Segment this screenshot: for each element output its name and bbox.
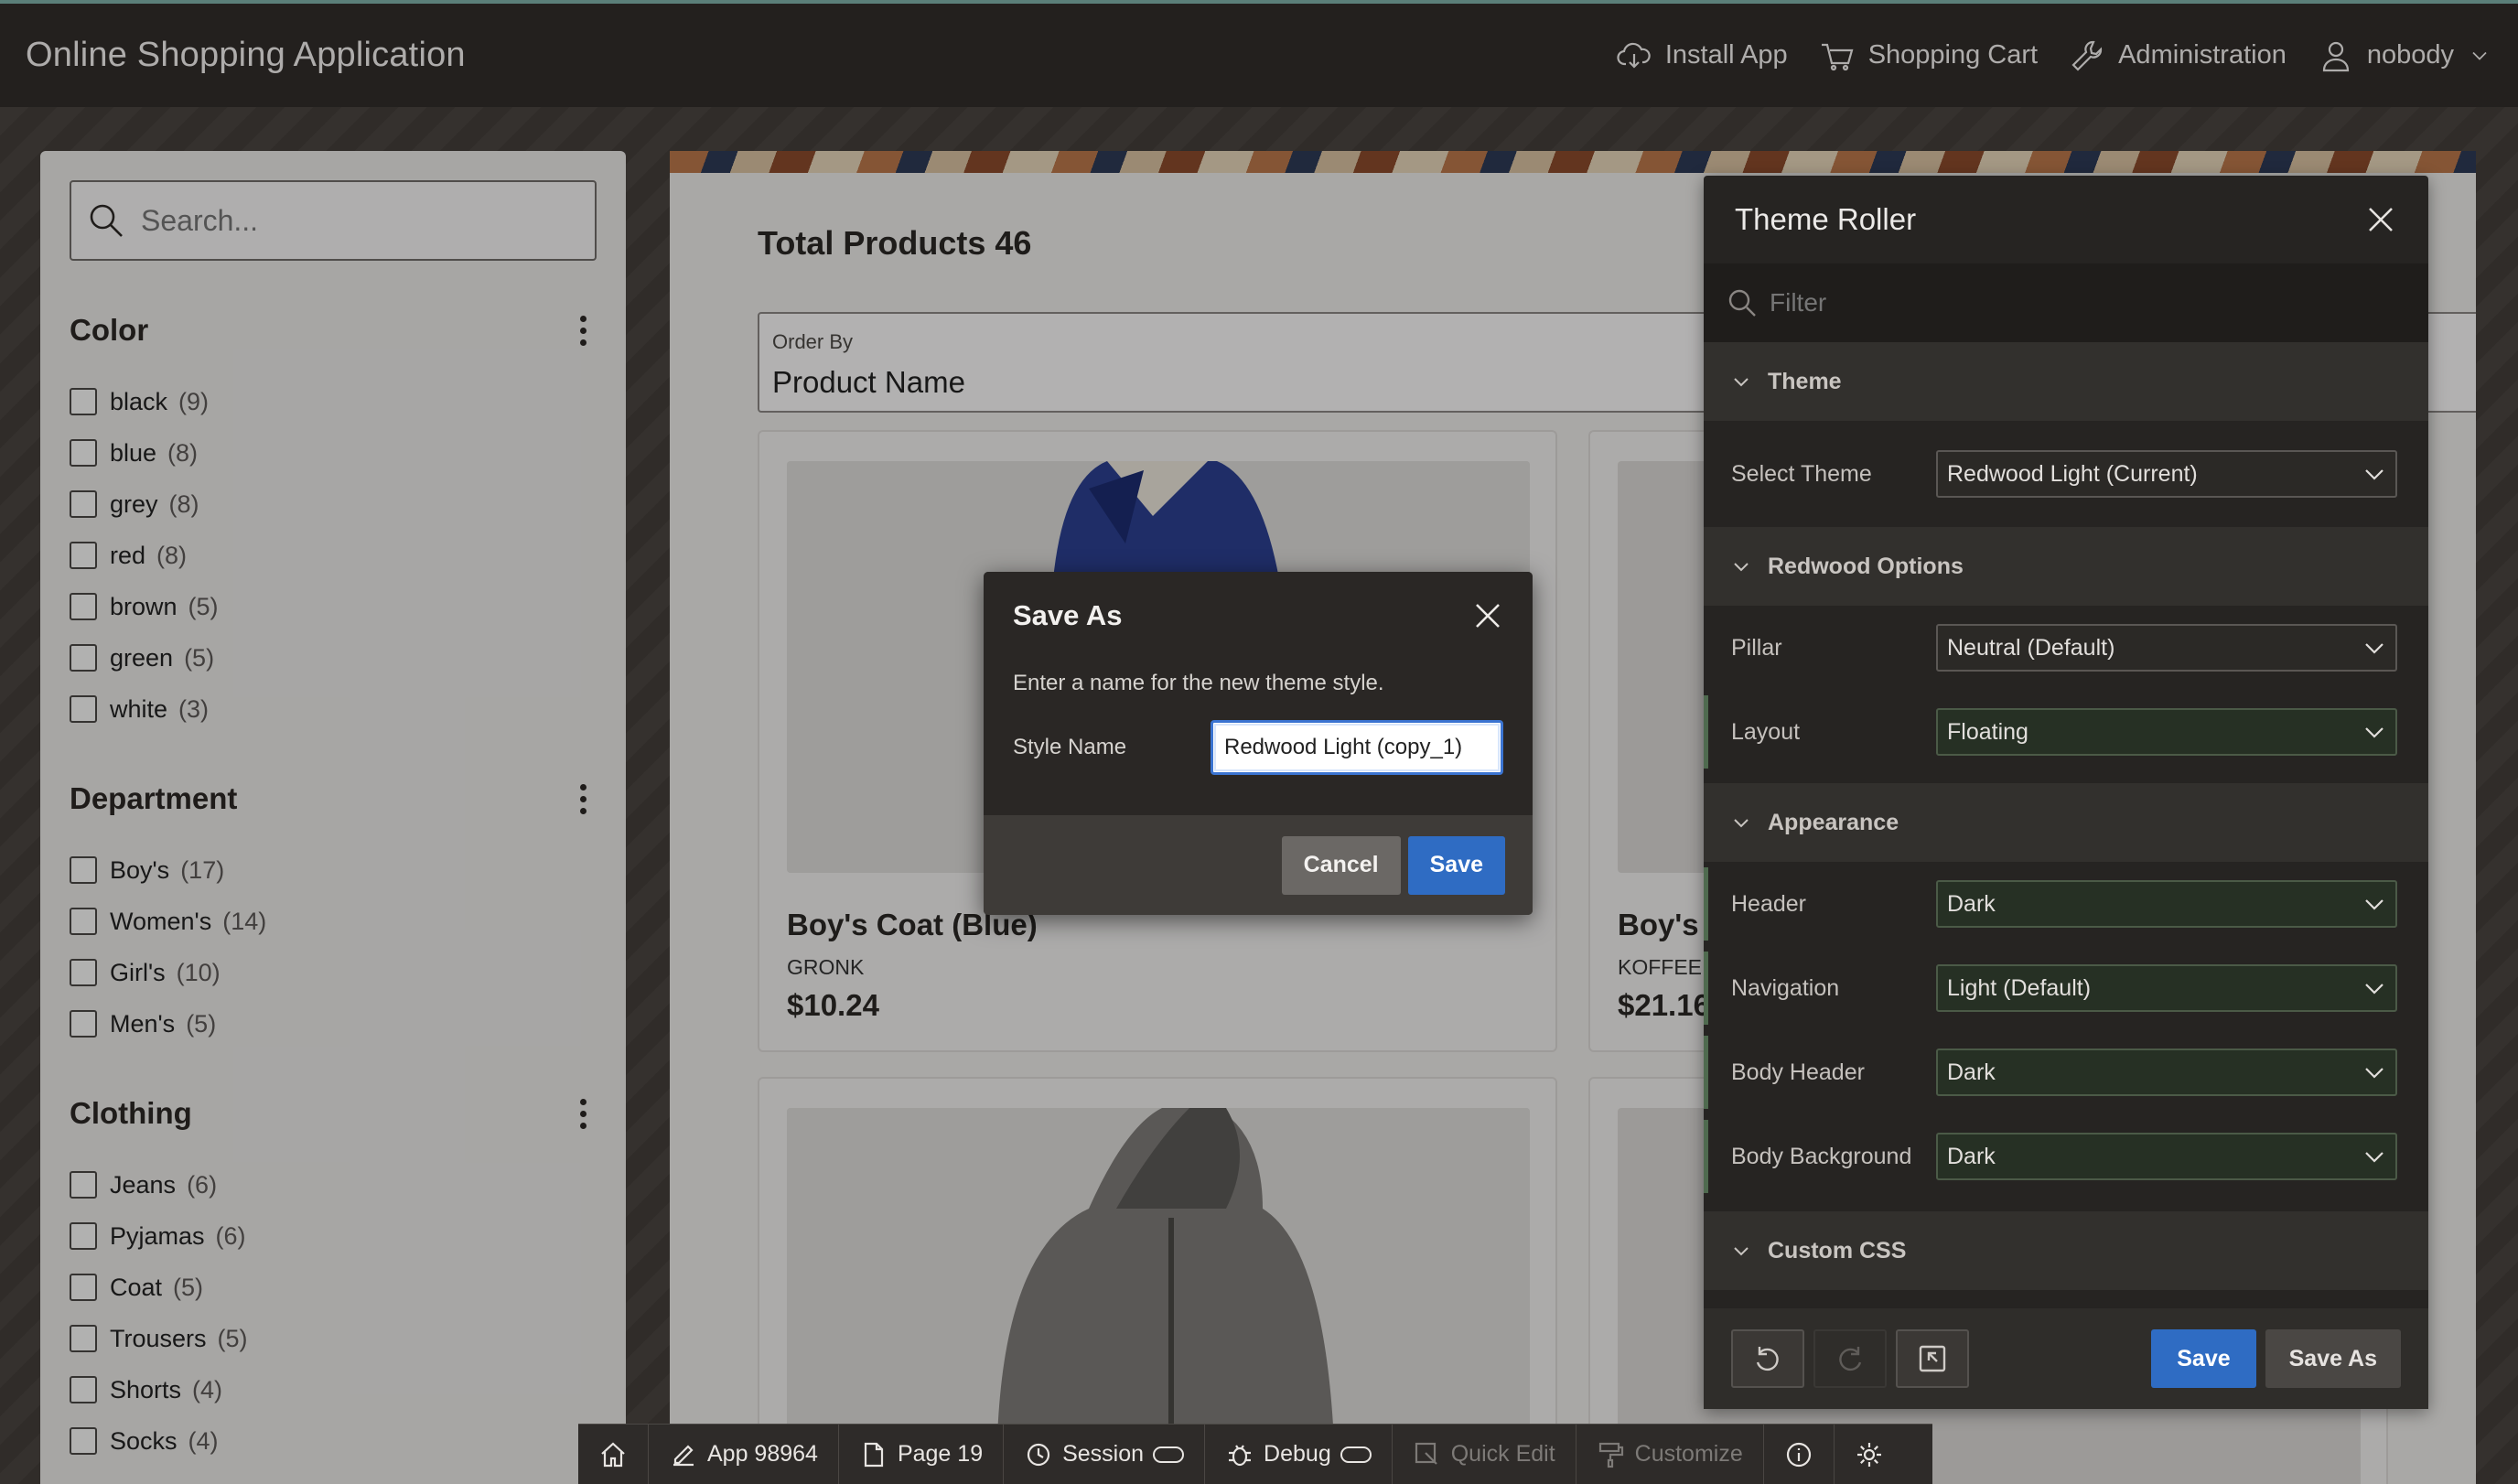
quick-edit-button[interactable]: Quick Edit xyxy=(1393,1424,1576,1484)
chevron-down-icon xyxy=(2365,727,2383,738)
page-label: Page 19 xyxy=(897,1441,984,1467)
chevron-down-icon xyxy=(2365,899,2383,910)
theme-roller-panel: Theme Roller Theme Select Theme Redwood … xyxy=(1704,176,2428,1409)
app-label: App 98964 xyxy=(707,1441,818,1467)
theme-save-button[interactable]: Save xyxy=(2151,1329,2256,1388)
dialog-title: Save As xyxy=(1013,599,1123,631)
settings-button[interactable] xyxy=(1835,1425,1904,1484)
theme-roller-title: Theme Roller xyxy=(1735,202,1917,236)
home-button[interactable] xyxy=(578,1424,649,1484)
undo-icon xyxy=(1756,1347,1779,1371)
edit-icon xyxy=(673,1444,694,1466)
pillar-dropdown[interactable]: Neutral (Default) xyxy=(1936,624,2397,672)
chevron-down-icon xyxy=(2365,1068,2383,1079)
debug-label: Debug xyxy=(1264,1441,1331,1467)
customize-label: Customize xyxy=(1634,1441,1743,1467)
chevron-down-icon xyxy=(1734,1247,1749,1256)
info-icon xyxy=(1786,1442,1811,1467)
section-theme[interactable]: Theme xyxy=(1704,342,2428,421)
body-header-label: Body Header xyxy=(1731,1059,1865,1085)
body-background-label: Body Background xyxy=(1731,1143,1912,1169)
header-dropdown[interactable]: Dark xyxy=(1936,880,2397,928)
section-redwood-options-label: Redwood Options xyxy=(1768,553,1964,579)
page-edit-icon xyxy=(864,1442,884,1467)
paint-roller-icon xyxy=(1598,1442,1623,1468)
pillar-row: Pillar Neutral (Default) xyxy=(1704,606,2428,690)
home-icon xyxy=(601,1442,625,1467)
save-as-dialog: Save As Enter a name for the new theme s… xyxy=(984,572,1533,915)
navigation-row: Navigation Light (Default) xyxy=(1704,946,2428,1030)
chevron-down-icon xyxy=(2365,1152,2383,1163)
body-header-value: Dark xyxy=(1947,1059,1996,1085)
layout-row: Layout Floating xyxy=(1704,690,2428,774)
layout-dropdown[interactable]: Floating xyxy=(1936,708,2397,756)
header-row: Header Dark xyxy=(1704,862,2428,946)
body-header-dropdown[interactable]: Dark xyxy=(1936,1048,2397,1096)
select-theme-label: Select Theme xyxy=(1731,460,1872,487)
select-theme-value: Redwood Light (Current) xyxy=(1947,460,2198,487)
section-appearance-label: Appearance xyxy=(1768,809,1899,835)
theme-roller-filter xyxy=(1704,263,2428,342)
section-theme-label: Theme xyxy=(1768,368,1842,394)
body-background-row: Body Background Dark xyxy=(1704,1114,2428,1199)
body-background-value: Dark xyxy=(1947,1143,1996,1169)
section-appearance[interactable]: Appearance xyxy=(1704,783,2428,862)
section-custom-css[interactable]: Custom CSS xyxy=(1704,1211,2428,1290)
close-icon[interactable] xyxy=(1472,600,1503,631)
chevron-down-icon xyxy=(1734,378,1749,387)
search-icon xyxy=(1728,289,1756,317)
body-background-dropdown[interactable]: Dark xyxy=(1936,1133,2397,1180)
cancel-button[interactable]: Cancel xyxy=(1281,835,1401,895)
navigation-dropdown[interactable]: Light (Default) xyxy=(1936,964,2397,1012)
style-name-input[interactable] xyxy=(1211,720,1503,775)
body-header-row: Body Header Dark xyxy=(1704,1030,2428,1114)
redo-button[interactable] xyxy=(1813,1329,1887,1388)
gear-icon xyxy=(1856,1442,1881,1467)
chevron-down-icon xyxy=(2365,469,2383,480)
info-button[interactable] xyxy=(1764,1424,1835,1484)
header-label: Header xyxy=(1731,890,1806,917)
select-theme-row: Select Theme Redwood Light (Current) xyxy=(1704,421,2428,527)
reset-icon xyxy=(1919,1345,1946,1372)
select-theme-dropdown[interactable]: Redwood Light (Current) xyxy=(1936,450,2397,498)
pillar-label: Pillar xyxy=(1731,634,1782,661)
style-name-label: Style Name xyxy=(1013,735,1127,759)
save-button[interactable]: Save xyxy=(1407,835,1505,895)
redo-icon xyxy=(1839,1347,1862,1371)
quick-edit-icon xyxy=(1415,1442,1437,1465)
chevron-down-icon xyxy=(1734,819,1749,828)
debug-toggle[interactable]: Debug xyxy=(1205,1424,1393,1484)
reset-button[interactable] xyxy=(1896,1329,1969,1388)
dialog-message: Enter a name for the new theme style. xyxy=(1013,671,1384,695)
session-toggle[interactable]: Session xyxy=(1004,1424,1206,1484)
close-icon[interactable] xyxy=(2364,203,2397,236)
navigation-value: Light (Default) xyxy=(1947,974,2092,1001)
customize-button[interactable]: Customize xyxy=(1576,1424,1764,1484)
bug-icon xyxy=(1229,1444,1252,1466)
undo-button[interactable] xyxy=(1731,1329,1804,1388)
chevron-down-icon xyxy=(2365,984,2383,995)
layout-label: Layout xyxy=(1731,718,1801,745)
session-label: Session xyxy=(1062,1441,1145,1467)
developer-toolbar: App 98964 Page 19 Session Debug Quick Ed… xyxy=(578,1424,1932,1484)
session-icon xyxy=(1027,1443,1050,1466)
chevron-down-icon xyxy=(2365,643,2383,654)
navigation-label: Navigation xyxy=(1731,974,1840,1001)
theme-roller-footer: Save Save As xyxy=(1704,1308,2428,1409)
session-switch[interactable] xyxy=(1153,1446,1185,1463)
debug-switch[interactable] xyxy=(1340,1446,1372,1463)
pillar-value: Neutral (Default) xyxy=(1947,634,2115,661)
section-custom-css-label: Custom CSS xyxy=(1768,1237,1907,1264)
header-value: Dark xyxy=(1947,890,1996,917)
chevron-down-icon xyxy=(1734,563,1749,572)
theme-save-as-button[interactable]: Save As xyxy=(2265,1329,2401,1388)
app-link[interactable]: App 98964 xyxy=(649,1424,839,1484)
section-redwood-options[interactable]: Redwood Options xyxy=(1704,527,2428,606)
filter-input[interactable] xyxy=(1770,288,2100,317)
page-link[interactable]: Page 19 xyxy=(839,1424,1005,1484)
layout-value: Floating xyxy=(1947,718,2028,745)
quick-edit-label: Quick Edit xyxy=(1450,1441,1555,1467)
